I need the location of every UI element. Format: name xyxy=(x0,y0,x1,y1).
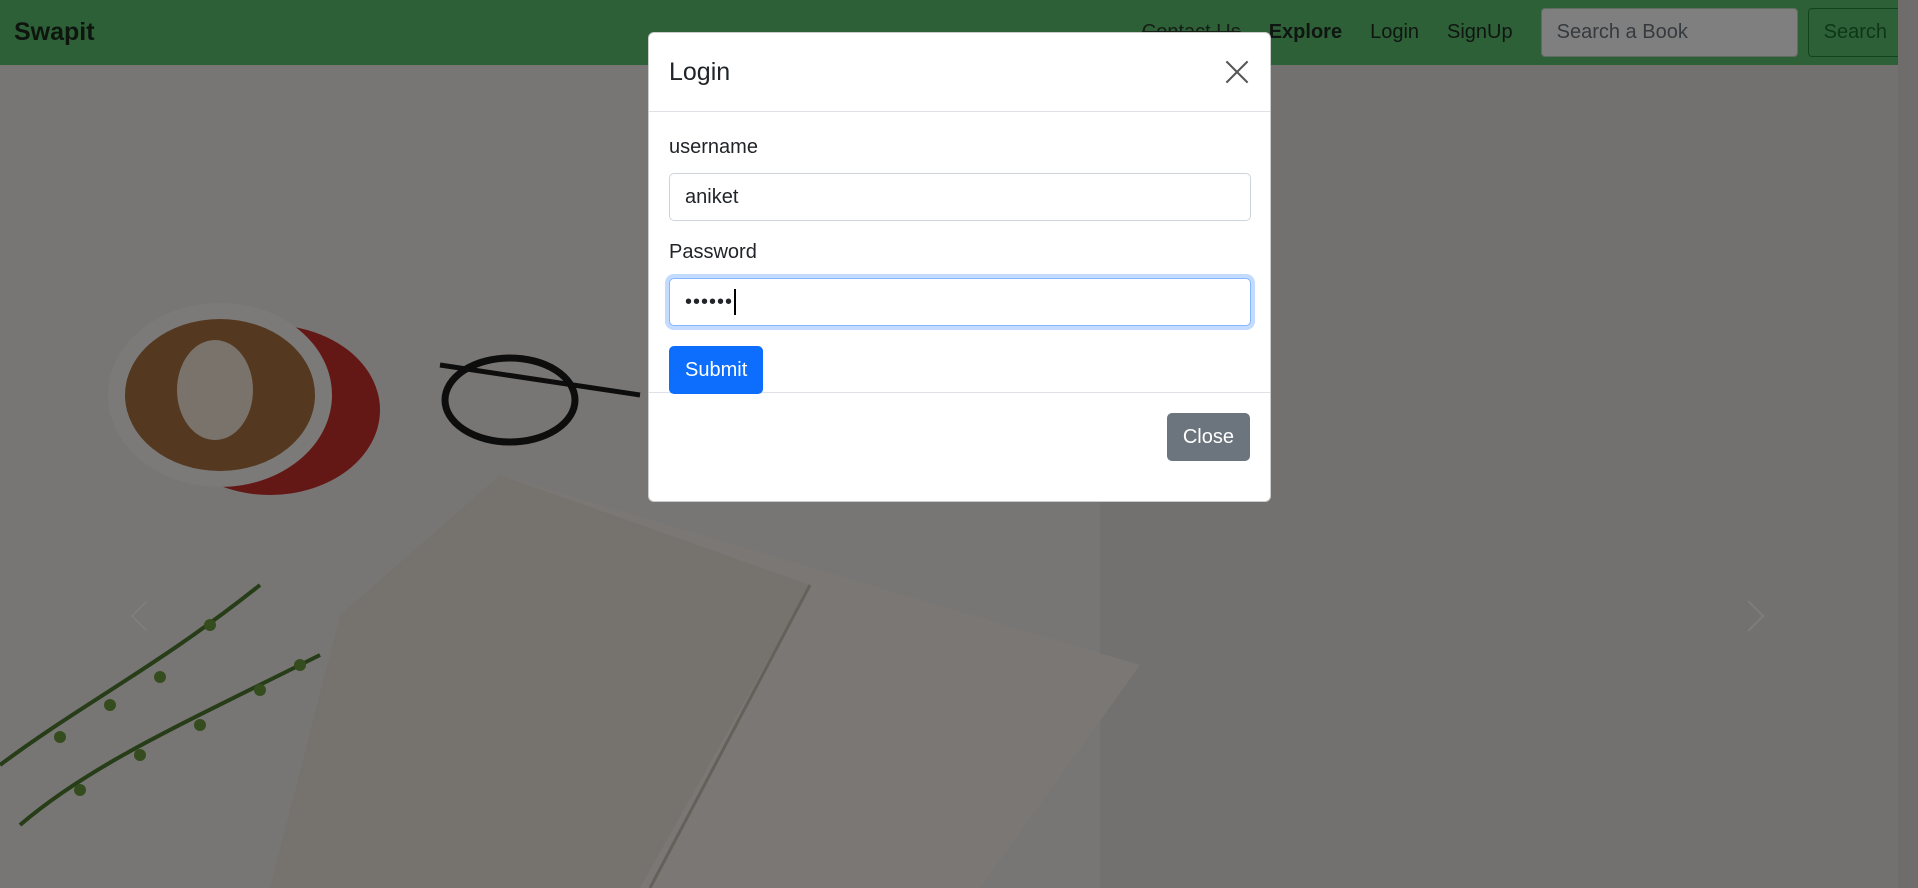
password-group: Password •••••• xyxy=(669,241,1251,326)
password-field[interactable]: •••••• xyxy=(669,278,1251,326)
modal-body: username aniket Password •••••• Submit xyxy=(649,112,1270,394)
text-caret xyxy=(734,289,736,315)
login-modal: Login username aniket Password •••••• Su… xyxy=(648,32,1271,502)
username-group: username aniket xyxy=(669,136,1251,221)
submit-button[interactable]: Submit xyxy=(669,346,764,394)
username-label: username xyxy=(669,136,758,158)
close-button[interactable]: Close xyxy=(1166,413,1250,461)
username-field[interactable]: aniket xyxy=(669,173,1251,221)
password-value: •••••• xyxy=(685,290,734,313)
modal-header: Login xyxy=(649,33,1270,112)
close-icon[interactable] xyxy=(1224,59,1250,85)
password-label: Password xyxy=(669,241,757,263)
modal-title: Login xyxy=(669,57,731,86)
modal-footer: Close xyxy=(649,393,1270,481)
